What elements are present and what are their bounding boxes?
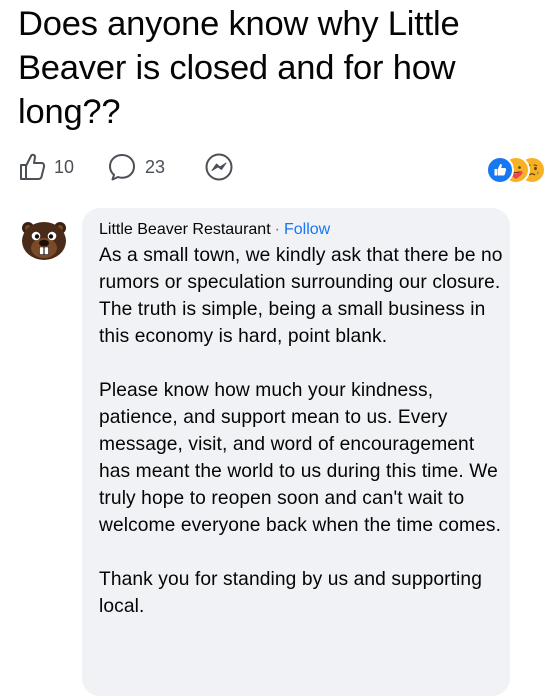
reaction-summary[interactable] — [486, 156, 546, 184]
comment-paragraph: Thank you for standing by us and support… — [99, 569, 482, 617]
post-title: Does anyone know why Little Beaver is cl… — [18, 5, 460, 131]
post-action-bar: 10 23 — [18, 150, 546, 184]
commenter-avatar[interactable] — [16, 210, 72, 266]
comment-body: As a small town, we kindly ask that ther… — [99, 242, 503, 647]
like-count: 10 — [54, 156, 75, 177]
comment-paragraph: As a small town, we kindly ask that ther… — [99, 245, 503, 347]
header-separator: · — [274, 221, 280, 238]
like-reaction-icon — [486, 156, 514, 184]
like-button[interactable]: 10 — [18, 150, 74, 184]
like-icon — [18, 152, 46, 182]
messenger-icon — [204, 152, 234, 182]
comment-icon — [107, 152, 137, 182]
comment-author-name[interactable]: Little Beaver Restaurant — [99, 221, 271, 238]
comment-header: Little Beaver Restaurant · Follow — [99, 220, 330, 240]
beaver-logo — [22, 222, 66, 260]
comment-button[interactable]: 23 — [107, 150, 165, 184]
follow-button[interactable]: Follow — [284, 221, 330, 238]
comment-bubble: Little Beaver Restaurant · Follow As a sma… — [82, 208, 510, 696]
comment-count: 23 — [145, 156, 166, 177]
comment-paragraph: Please know how much your kindness, pati… — [99, 380, 501, 536]
send-button[interactable] — [204, 150, 234, 184]
